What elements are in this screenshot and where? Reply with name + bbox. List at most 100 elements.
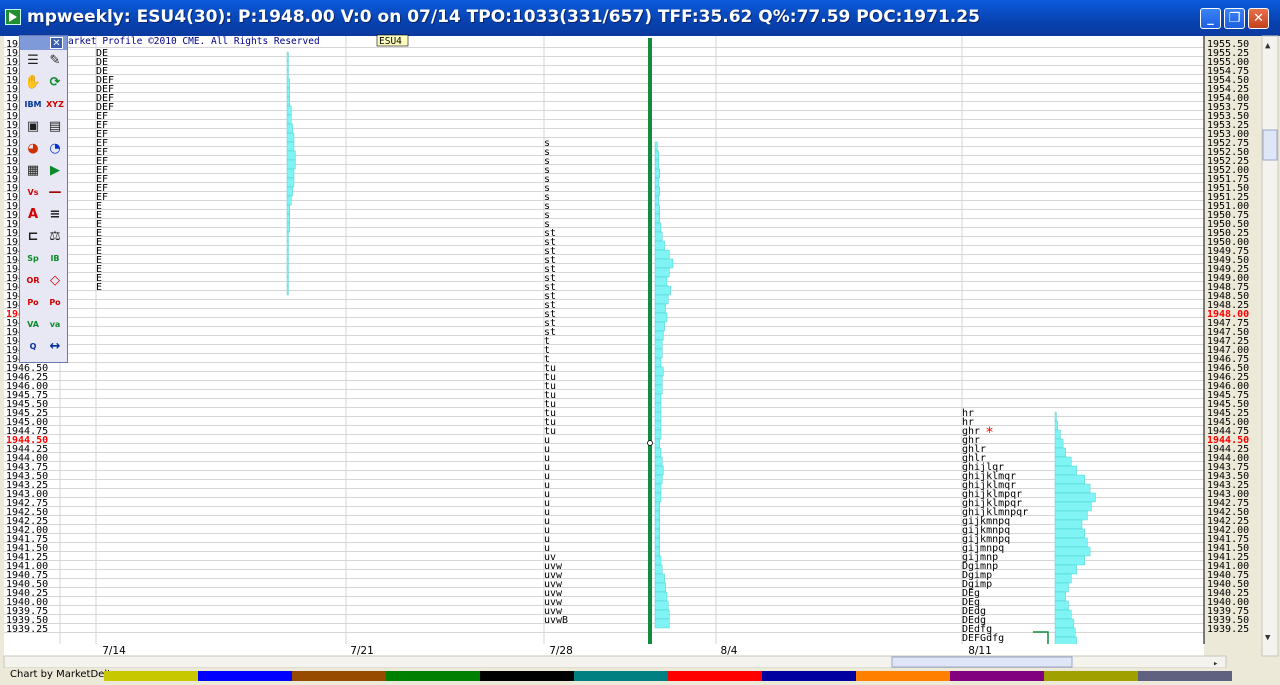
volume-bar: [1054, 528, 1085, 539]
date-label: 8/11: [968, 645, 992, 657]
color-swatch[interactable]: [668, 671, 762, 681]
date-label: 7/28: [549, 645, 573, 657]
split-icon[interactable]: ⊏: [24, 228, 42, 246]
color-swatch[interactable]: [10, 671, 104, 681]
ibm-icon[interactable]: IBM: [24, 96, 42, 114]
volume-bar: [286, 132, 295, 143]
volume-bar: [654, 339, 663, 350]
volume-bar: [654, 492, 662, 503]
volume-bar: [654, 294, 669, 305]
date-label: 7/21: [350, 645, 374, 657]
volume-bar: [286, 258, 289, 269]
color-swatch[interactable]: [480, 671, 574, 681]
color-swatch[interactable]: [104, 671, 198, 681]
or-icon[interactable]: OR: [24, 272, 42, 290]
volume-bar: [1054, 564, 1077, 575]
volume-bar: [654, 186, 661, 197]
q-icon[interactable]: Q: [24, 338, 42, 356]
volume-bar: [654, 411, 662, 422]
xyz-icon[interactable]: XYZ: [46, 96, 64, 114]
volume-bar: [654, 384, 663, 395]
volume-bar: [654, 591, 668, 602]
color-swatch[interactable]: [950, 671, 1044, 681]
volume-bar: [654, 573, 665, 584]
volume-bar: [286, 60, 289, 71]
volume-bar: [286, 240, 289, 251]
color-swatch[interactable]: [1138, 671, 1232, 681]
volume-bar: [654, 465, 664, 476]
volume-bar: [654, 438, 661, 449]
price-tick-left: 1939.25: [6, 624, 48, 635]
text-a-icon[interactable]: A: [24, 206, 42, 224]
volume-bar: [654, 321, 665, 332]
refresh-icon[interactable]: ⟳: [46, 74, 64, 92]
volume-bar: [654, 528, 661, 539]
camera-icon[interactable]: ▣: [24, 118, 42, 136]
drawing-toolbar: ✕ ☰✎✋⟳IBMXYZ▣▤◕◔▦▶Vs—A≡⊏⚖SpIBOR◇Po cPo c…: [19, 35, 68, 363]
arrows-icon[interactable]: ↔: [46, 338, 64, 356]
poc-marker: [647, 440, 653, 446]
volume-bar: [286, 114, 292, 125]
volume-bar: [1054, 501, 1092, 512]
toolbar-header[interactable]: ✕: [20, 36, 67, 50]
plot-area[interactable]: [4, 36, 1204, 644]
volume-bar: [654, 393, 662, 404]
volume-bar: [654, 618, 670, 629]
color-swatch[interactable]: [386, 671, 480, 681]
volume-bar: [654, 582, 667, 593]
pie-icon[interactable]: ◕: [24, 140, 42, 158]
volume-bar: [654, 150, 659, 161]
toolbar-close-button[interactable]: ✕: [50, 37, 63, 49]
hand-icon[interactable]: ✋: [24, 74, 42, 92]
play-icon[interactable]: ▶: [46, 162, 64, 180]
volume-bar: [654, 510, 661, 521]
volume-bar: [654, 537, 661, 548]
balance-icon[interactable]: ⚖: [46, 228, 64, 246]
diamond-icon[interactable]: ◇: [46, 272, 64, 290]
color-swatch[interactable]: [762, 671, 856, 681]
bars-icon[interactable]: ☰: [24, 52, 42, 70]
pocv-icon[interactable]: Po cv: [46, 294, 64, 312]
volume-bar: [654, 303, 667, 314]
volume-bar: [1054, 483, 1091, 494]
color-swatch[interactable]: [574, 671, 668, 681]
market-profile-chart[interactable]: DEDEDEDEFDEFDEFDEFEFEFEFEFEFEFEFEFEFEFEE…: [0, 0, 1280, 668]
ib-icon[interactable]: IB: [46, 250, 64, 268]
line-icon[interactable]: —: [46, 184, 64, 202]
date-axis-band: [4, 644, 1204, 656]
volume-bar: [1054, 546, 1091, 557]
volume-bar: [286, 69, 289, 80]
grid-icon[interactable]: ▦: [24, 162, 42, 180]
vavo-icon[interactable]: va vo: [46, 316, 64, 334]
sp-icon[interactable]: Sp: [24, 250, 42, 268]
vs-icon[interactable]: Vs: [24, 184, 42, 202]
volume-bar: [286, 177, 295, 188]
poc-icon[interactable]: Po c: [24, 294, 42, 312]
list-icon[interactable]: ≡: [46, 206, 64, 224]
color-swatch[interactable]: [1044, 671, 1138, 681]
star-marker: *: [986, 425, 993, 441]
volume-bar: [654, 159, 659, 170]
volume-bar: [654, 240, 665, 251]
volume-bar: [654, 213, 661, 224]
tpo-row: E: [96, 282, 102, 293]
notes-icon[interactable]: ▤: [46, 118, 64, 136]
volume-bar: [654, 474, 663, 485]
volume-bar: [1054, 618, 1075, 629]
volume-bar: [654, 312, 668, 323]
volume-bar: [654, 330, 664, 341]
volume-bar: [286, 276, 289, 287]
volume-bar: [654, 366, 664, 377]
color-swatch[interactable]: [856, 671, 950, 681]
va-icon[interactable]: VA: [24, 316, 42, 334]
scroll-down-arrow: ▼: [1265, 633, 1271, 643]
volume-bar: [286, 195, 292, 206]
volume-bar: [654, 546, 661, 557]
volume-bar: [654, 447, 662, 458]
volume-bar: [654, 564, 663, 575]
volume-bar: [286, 96, 290, 107]
color-swatch[interactable]: [292, 671, 386, 681]
pie2-icon[interactable]: ◔: [46, 140, 64, 158]
pencil-icon[interactable]: ✎: [46, 52, 64, 70]
color-swatch[interactable]: [198, 671, 292, 681]
